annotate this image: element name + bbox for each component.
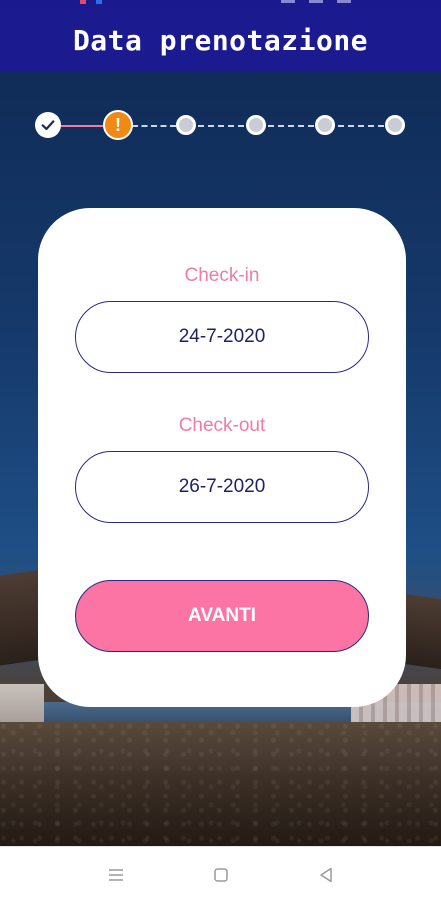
stepper-connector [132, 125, 176, 127]
booking-stepper: ! [0, 110, 441, 140]
back-triangle-icon [320, 867, 332, 883]
nav-home-button[interactable] [209, 863, 233, 887]
stepper-connector [198, 125, 244, 127]
next-button[interactable]: AVANTI [75, 580, 369, 652]
menu-icon [109, 869, 123, 881]
date-selection-card: Check-in 24-7-2020 Check-out 26-7-2020 A… [38, 208, 406, 707]
beach-hut-right [403, 593, 441, 671]
sand [0, 722, 441, 846]
home-square-icon [214, 868, 228, 882]
status-system-icons [281, 0, 351, 3]
nav-back-button[interactable] [314, 863, 338, 887]
checkout-date-field[interactable]: 26-7-2020 [75, 451, 369, 523]
page-title: Data prenotazione [72, 23, 369, 57]
step-5-pending[interactable] [315, 115, 335, 135]
app-bar: Data prenotazione [0, 8, 441, 72]
step-6-pending[interactable] [385, 115, 405, 135]
status-bar [0, 0, 441, 8]
checkin-label: Check-in [184, 265, 260, 286]
system-navigation-bar [0, 846, 441, 901]
stepper-connector-done [60, 125, 106, 127]
step-1-completed[interactable] [35, 112, 61, 138]
status-notification-icons [80, 0, 102, 4]
stepper-connector [268, 125, 314, 127]
alert-icon: ! [115, 114, 121, 135]
checkout-label: Check-out [178, 415, 266, 436]
step-3-pending[interactable] [176, 115, 196, 135]
check-icon [41, 120, 55, 131]
checkin-date-field[interactable]: 24-7-2020 [75, 301, 369, 373]
step-4-pending[interactable] [246, 115, 266, 135]
stepper-connector [338, 125, 384, 127]
nav-menu-button[interactable] [104, 863, 128, 887]
step-2-current[interactable]: ! [103, 110, 133, 140]
